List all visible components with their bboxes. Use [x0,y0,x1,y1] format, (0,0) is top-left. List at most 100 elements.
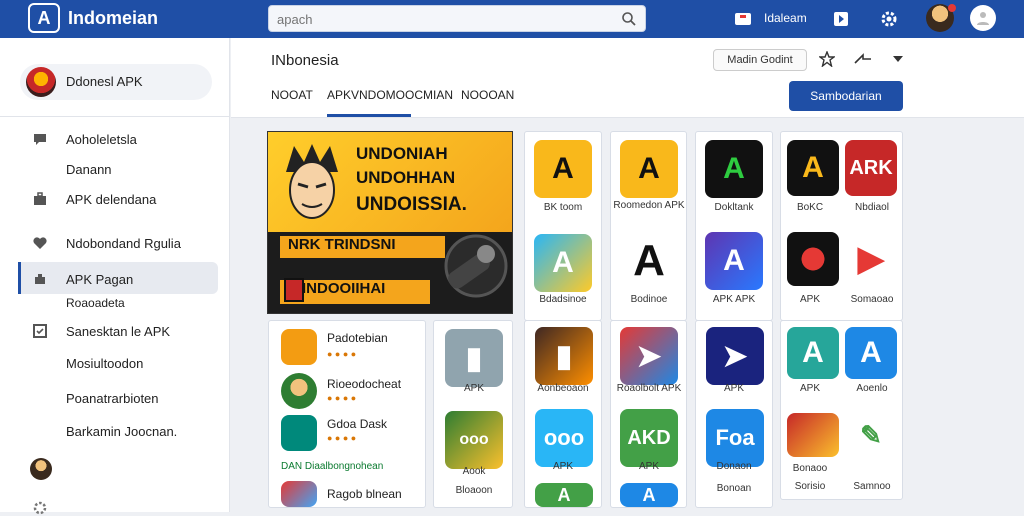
tab-noooan[interactable]: NOOOAN [461,88,514,102]
list-item-name[interactable]: Rioeodocheat [327,377,401,391]
app-list-icon[interactable] [281,415,317,451]
app-label: APK [799,294,820,305]
list-highlight-text: DAN Diaalbongnohean [281,461,384,472]
app-label: Bloaoon [455,485,493,496]
sidebar-item-poanatrarbioten[interactable]: Poanatrarbioten [66,391,159,406]
banner-line-2: UNDOHHAN [356,168,456,187]
sidebar-item-home[interactable]: Aoholeletsla [0,126,230,152]
app-icon[interactable]: ARK [845,140,897,196]
sidebar-item-apk-pagan[interactable]: APK Pagan [0,266,230,292]
search-icon[interactable] [621,11,637,27]
sidebar-item-danann[interactable]: Danann [66,162,112,177]
app-logo[interactable]: A [28,3,60,33]
banner-strip-1: NRK TRINDSNI [280,236,445,258]
sidebar-item-mosiultoodon[interactable]: Mosiultoodon [66,356,143,371]
app-label: Roomedon APK [613,200,685,211]
app-label: Donaon [716,461,752,472]
app-label: Aook [462,466,486,477]
app-icon[interactable]: A [705,140,763,198]
sidebar-item-label: APK delendana [66,192,157,207]
page-title: INbonesia [271,52,339,69]
rating-stars: ● ● ● ● [327,393,357,403]
sidebar-item-roaoadeta[interactable]: Roaoadeta [66,296,125,310]
app-label: APK APK [712,294,756,305]
app-icon[interactable]: A [534,140,592,198]
sidebar-item-barkamin[interactable]: Barkamin Joocnan. [66,424,177,439]
app-icon[interactable]: AKD [620,409,678,467]
app-label: Bonoan [716,483,752,494]
banner-line-1: UNDONIAH [356,144,448,163]
app-icon[interactable]: A [620,232,678,290]
sidebar-item-label: Sanesktan le APK [66,324,171,339]
app-icon[interactable]: A [535,483,593,507]
notifications-icon[interactable] [732,8,754,30]
featured-banner[interactable]: UNDONIAH UNDOHHAN UNDOISSIA. NRK TRINDSN… [267,131,513,314]
settings-icon[interactable] [32,500,48,516]
app-title: Indomeian [68,8,159,28]
app-icon[interactable]: A [787,140,839,196]
app-icon[interactable]: ➤ [620,327,678,385]
top-bar: A Indomeian Idaleam [0,0,1024,38]
app-icon[interactable]: A [705,232,763,290]
app-icon[interactable]: ▶ [845,232,897,286]
app-list-icon[interactable] [281,373,317,409]
list-item-name[interactable]: Padotebian [327,331,388,345]
app-icon[interactable]: A [620,483,678,507]
play-icon[interactable] [830,8,852,30]
user-small-avatar[interactable] [30,458,52,480]
account-icon[interactable] [970,5,996,31]
app-label: APK [552,461,573,472]
app-label: APK [463,383,484,394]
app-icon[interactable] [787,413,839,457]
app-list-icon[interactable] [281,329,317,365]
profile-pill[interactable]: Ddonesl APK [20,64,212,100]
search-box[interactable] [268,5,646,32]
list-item-name[interactable]: Ragob blnean [327,487,402,501]
star-icon[interactable] [819,51,835,67]
app-icon[interactable]: Foa [706,409,764,467]
sidebar-item-apk-delendana[interactable]: APK delendana [0,186,230,212]
primary-action-button[interactable]: Sambodarian [789,81,903,111]
sidebar-item-ndobondand[interactable]: Ndobondand Rgulia [0,230,230,256]
main-header: INbonesia NOOAT APKVNDOMOOCMIAN NOOOAN M… [231,38,1024,118]
app-column-3: A Dokltank A APK APK [695,131,773,321]
share-icon[interactable] [853,51,875,67]
user-label[interactable]: Idaleam [764,11,807,25]
app-label: Samnoo [853,481,891,492]
app-icon[interactable]: ✎ [845,413,897,457]
app-icon[interactable]: A [845,327,897,379]
app-label: BoKC [796,202,824,213]
rating-stars: ● ● ● ● [327,433,357,443]
sort-button[interactable]: Madin Godint [713,49,807,71]
list-item-name[interactable]: Gdoa Dask [327,417,387,431]
tab-apkvndomoocmian[interactable]: APKVNDOMOOCMIAN [327,88,453,102]
search-input[interactable] [277,10,607,28]
chevron-down-icon[interactable] [893,56,903,64]
sidebar-item-sanesktan[interactable]: Sanesktan le APK [0,318,230,344]
app-icon[interactable]: ➤ [706,327,764,385]
app-label: Nbdiaol [855,202,889,213]
app-icon[interactable]: A [787,327,839,379]
app-icon[interactable]: A [620,140,678,198]
app-label: Bodinoe [630,294,668,305]
divider [0,116,230,117]
app-icon[interactable] [787,232,839,286]
app-column-5: ▮ APK ooo Aook Bloaoon [433,320,513,508]
app-column-4: A ARK BoKC Nbdiaol ▶ APK Somaoao [780,131,903,321]
app-icon[interactable]: ▮ [535,327,593,385]
puzzle-icon [35,274,45,284]
app-icon[interactable]: ooo [535,409,593,467]
heart-icon [33,237,47,249]
gear-icon[interactable] [878,8,900,30]
app-column-6: ▮ Aonbeoaon ooo APK A [524,320,602,508]
app-icon[interactable]: A [534,234,592,292]
app-icon[interactable]: ooo [445,411,503,469]
app-icon[interactable]: ▮ [445,329,503,387]
app-list-icon[interactable] [281,481,317,507]
app-label: Bdadsinoe [539,294,587,305]
tab-nooat[interactable]: NOOAT [271,88,313,102]
app-label: Sorisio [794,481,826,492]
app-column-1: A BK toom A Bdadsinoe [524,131,602,321]
app-column-8: ➤ APK Foa Donaon Bonoan [695,320,773,508]
app-label: BK toom [543,202,583,213]
